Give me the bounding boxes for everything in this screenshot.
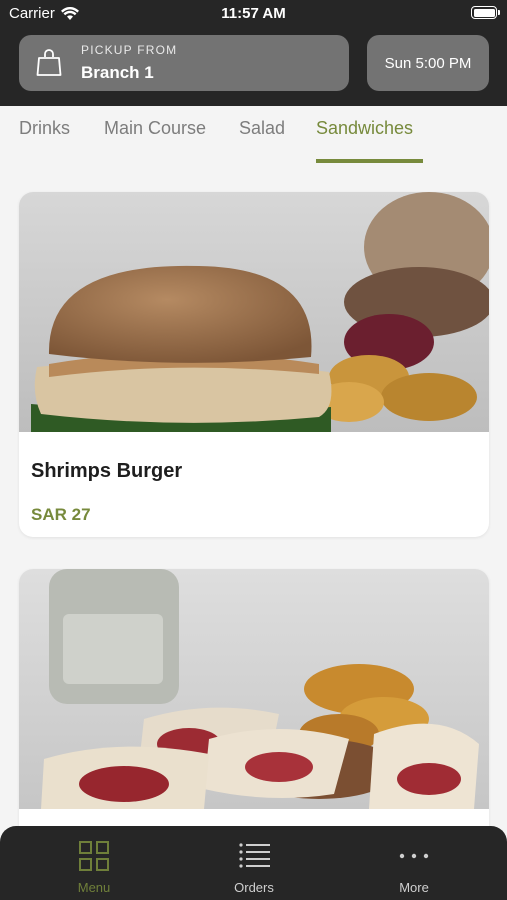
item-price: SAR 27 [31, 505, 91, 524]
header: Carrier 11:57 AM PICKUP FROM Branch 1 Su… [0, 0, 507, 106]
clock: 11:57 AM [221, 5, 286, 22]
nav-more-label: More [399, 880, 429, 895]
nav-more[interactable]: More [354, 826, 474, 900]
more-icon [399, 853, 429, 859]
wraps-image [19, 569, 489, 809]
tab-main-course[interactable]: Main Course [104, 118, 206, 139]
pickup-label: PICKUP FROM [81, 43, 178, 57]
grid-icon [79, 841, 109, 871]
menu-item-card[interactable] [19, 569, 489, 869]
status-bar: Carrier 11:57 AM [0, 0, 507, 28]
bottom-nav: Menu Orders More [0, 826, 507, 900]
pickup-time-selector[interactable]: Sun 5:00 PM [367, 35, 489, 91]
nav-menu[interactable]: Menu [34, 826, 154, 900]
pickup-time-label: Sun 5:00 PM [384, 54, 472, 72]
battery-icon [471, 6, 500, 19]
shopping-bag-icon [36, 49, 62, 76]
nav-orders[interactable]: Orders [194, 826, 314, 900]
branch-name: Branch 1 [81, 63, 154, 82]
active-tab-indicator [316, 159, 423, 163]
category-tabs: Drinks Main Course Salad Sandwiches [0, 106, 507, 168]
tab-salad[interactable]: Salad [239, 118, 285, 139]
nav-orders-label: Orders [234, 880, 274, 895]
list-icon [239, 843, 270, 868]
pickup-branch-selector[interactable]: PICKUP FROM Branch 1 [19, 35, 349, 91]
tab-sandwiches[interactable]: Sandwiches [316, 118, 413, 139]
item-name: Shrimps Burger [31, 460, 183, 482]
nav-menu-label: Menu [77, 880, 111, 895]
shrimps-burger-image [19, 192, 489, 432]
tab-drinks[interactable]: Drinks [19, 118, 70, 139]
menu-item-card[interactable]: Shrimps Burger SAR 27 [19, 192, 489, 537]
